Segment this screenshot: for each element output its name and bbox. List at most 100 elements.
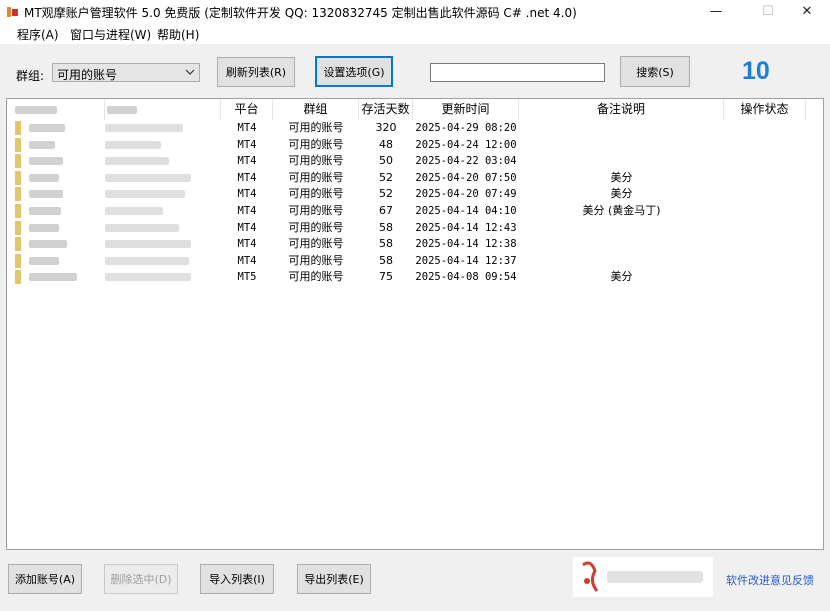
cell-note (519, 236, 724, 252)
redacted-account (29, 223, 59, 232)
redacted-account (29, 124, 65, 132)
redacted-server (105, 124, 183, 132)
redacted-server (105, 223, 179, 232)
cell-update-time: 2025-04-14 12:43 (415, 221, 517, 234)
redacted-header (15, 106, 57, 114)
redacted-account (29, 140, 55, 149)
redacted-account (29, 157, 63, 166)
table-row[interactable]: MT4 可用的账号 58 2025-04-14 12:43 (7, 220, 823, 236)
search-button[interactable]: 搜索(S) (620, 56, 690, 87)
header-account[interactable] (7, 99, 105, 120)
feedback-link[interactable]: 软件改进意见反馈 (726, 572, 814, 588)
header-platform[interactable]: 平台 (221, 99, 273, 120)
redacted-account (29, 256, 59, 265)
group-select-value: 可用的账号 (57, 68, 118, 82)
cell-note (519, 220, 724, 236)
cell-note (519, 120, 724, 136)
minimize-button[interactable]: — (693, 0, 739, 24)
import-list-button[interactable]: 导入列表(I) (200, 564, 274, 594)
table-row[interactable]: MT4 可用的账号 52 2025-04-20 07:50 美分 (7, 170, 823, 186)
chevron-down-icon (185, 69, 195, 75)
account-flag-icon (15, 121, 21, 135)
cell-group: 可用的账号 (288, 270, 344, 284)
account-flag-icon (15, 187, 21, 202)
cell-days: 75 (379, 270, 393, 284)
cell-note (519, 253, 724, 269)
cell-platform: MT4 (237, 188, 257, 201)
cell-days: 48 (379, 137, 393, 151)
cell-note (519, 137, 724, 153)
account-flag-icon (15, 220, 21, 235)
account-flag-icon (15, 237, 21, 252)
table-row[interactable]: MT4 可用的账号 58 2025-04-14 12:38 (7, 236, 823, 252)
cell-group: 可用的账号 (288, 121, 344, 134)
cell-group: 可用的账号 (288, 237, 344, 251)
cell-note: 美分 (黄金马丁) (582, 204, 661, 217)
account-list[interactable]: 平台 群组 存活天数 更新时间 备注说明 操作状态 MT4 可用的账号 320 202… (6, 98, 824, 550)
cell-update-time: 2025-04-24 12:00 (415, 138, 517, 151)
menu-program[interactable]: 程序(A) (17, 26, 59, 43)
app-logo-icon (7, 7, 18, 17)
account-flag-icon (15, 253, 21, 268)
export-list-button[interactable]: 导出列表(E) (297, 564, 371, 594)
cell-note: 美分 (610, 170, 633, 184)
cell-platform: MT4 (237, 138, 257, 151)
table-row[interactable]: MT4 可用的账号 48 2025-04-24 12:00 (7, 137, 823, 153)
table-row[interactable]: MT5 可用的账号 75 2025-04-08 09:54 美分 (7, 269, 823, 285)
cell-days: 320 (375, 121, 397, 134)
table-row[interactable]: MT4 可用的账号 320 2025-04-29 08:20 (7, 120, 823, 136)
settings-button[interactable]: 设置选项(G) (315, 56, 393, 87)
cell-update-time: 2025-04-14 12:37 (415, 254, 517, 267)
cell-platform: MT4 (237, 171, 257, 184)
add-account-button[interactable]: 添加账号(A) (8, 564, 82, 594)
cell-days: 58 (379, 220, 393, 234)
cell-group: 可用的账号 (288, 170, 344, 184)
header-status[interactable]: 操作状态 (724, 99, 806, 120)
cell-platform: MT5 (237, 271, 257, 284)
redacted-server (105, 173, 191, 182)
table-row[interactable]: MT4 可用的账号 58 2025-04-14 12:37 (7, 253, 823, 269)
cell-update-time: 2025-04-22 03:04 (415, 155, 517, 168)
redacted-server (105, 207, 163, 215)
cell-days: 58 (379, 253, 393, 267)
menu-bar: 程序(A) 窗口与进程(W) 帮助(H) (0, 24, 830, 44)
table-row[interactable]: MT4 可用的账号 52 2025-04-20 07:49 美分 (7, 186, 823, 202)
group-select[interactable]: 可用的账号 (52, 63, 200, 82)
cell-platform: MT4 (237, 155, 257, 168)
table-row[interactable]: MT4 可用的账号 67 2025-04-14 04:10 美分 (黄金马丁) (7, 203, 823, 219)
account-flag-icon (15, 204, 21, 218)
refresh-list-button[interactable]: 刷新列表(R) (217, 57, 295, 87)
cell-note (519, 153, 724, 169)
cell-note: 美分 (610, 270, 633, 284)
cell-group: 可用的账号 (288, 137, 344, 151)
cell-group: 可用的账号 (288, 253, 344, 267)
cell-update-time: 2025-04-14 12:38 (415, 238, 517, 251)
search-input[interactable] (430, 63, 605, 82)
cell-group: 可用的账号 (288, 204, 344, 217)
header-server[interactable] (105, 99, 221, 120)
cell-platform: MT4 (237, 254, 257, 267)
cell-group: 可用的账号 (288, 154, 344, 168)
cell-group: 可用的账号 (288, 220, 344, 234)
header-update-time[interactable]: 更新时间 (413, 99, 519, 120)
title-bar: MT观摩账户管理软件 5.0 免费版 (定制软件开发 QQ: 132083274… (0, 0, 830, 24)
cell-platform: MT4 (237, 221, 257, 234)
cell-days: 67 (379, 204, 393, 217)
account-flag-icon (15, 154, 21, 169)
cell-update-time: 2025-04-08 09:54 (415, 271, 517, 284)
header-note[interactable]: 备注说明 (519, 99, 724, 120)
brand-logo-icon (582, 561, 703, 592)
redacted-account (29, 240, 67, 249)
redacted-account (29, 207, 61, 215)
table-row[interactable]: MT4 可用的账号 50 2025-04-22 03:04 (7, 153, 823, 169)
header-group[interactable]: 群组 (273, 99, 359, 120)
cell-note: 美分 (610, 187, 633, 201)
close-button[interactable]: ✕ (784, 0, 830, 24)
cell-days: 52 (379, 170, 393, 184)
account-flag-icon (15, 270, 21, 285)
header-days[interactable]: 存活天数 (359, 99, 413, 120)
cell-group: 可用的账号 (288, 187, 344, 201)
menu-help[interactable]: 帮助(H) (157, 26, 199, 43)
redacted-account (29, 190, 63, 199)
menu-window-process[interactable]: 窗口与进程(W) (70, 26, 151, 43)
